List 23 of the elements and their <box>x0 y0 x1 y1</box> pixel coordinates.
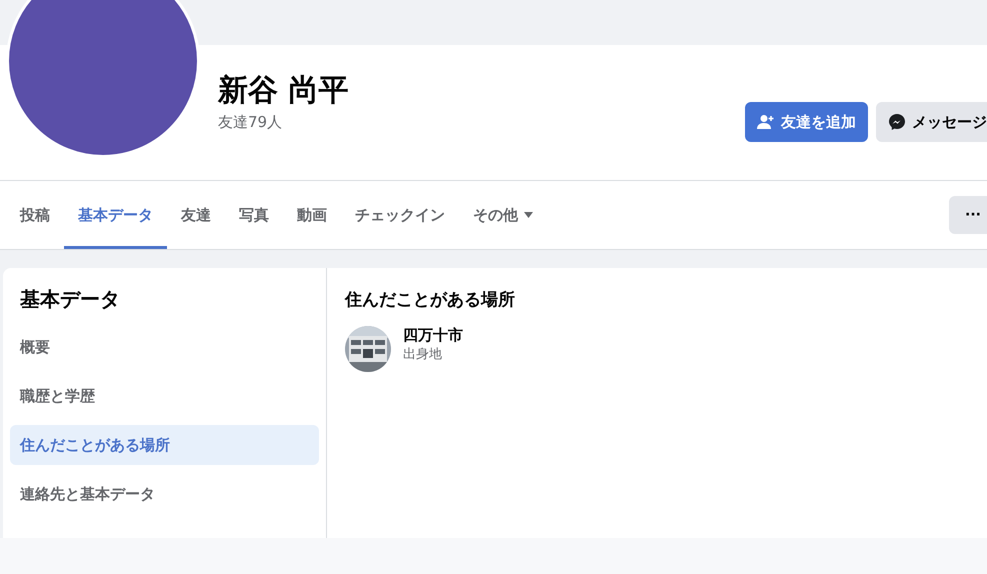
caret-icon <box>524 212 533 218</box>
add-friend-button[interactable]: 友達を追加 <box>745 102 868 142</box>
sidebar-item[interactable]: 住んだことがある場所 <box>10 425 319 465</box>
profile-tab[interactable]: 投稿 <box>6 181 64 249</box>
sidebar-item[interactable]: 概要 <box>10 327 319 367</box>
profile-tab[interactable]: チェックイン <box>341 181 459 249</box>
profile-tab[interactable]: 動画 <box>283 181 341 249</box>
messenger-icon <box>888 113 906 131</box>
section-title: 住んだことがある場所 <box>345 289 516 311</box>
place-name[interactable]: 四万十市 <box>403 326 463 345</box>
friends-count: 友達79人 <box>218 113 284 132</box>
place-caption: 出身地 <box>403 346 443 363</box>
profile-tab[interactable]: その他 <box>459 181 547 249</box>
profile-name: 新谷 尚平 <box>218 73 348 109</box>
sidebar-item[interactable]: 連絡先と基本データ <box>10 474 319 514</box>
profile-tab[interactable]: 基本データ <box>64 181 167 249</box>
sidebar-title: 基本データ <box>19 286 121 313</box>
more-options-button[interactable]: ··· <box>949 196 987 234</box>
message-button[interactable]: メッセージ <box>876 102 987 142</box>
profile-tab[interactable]: 写真 <box>225 181 283 249</box>
sidebar-item[interactable]: 職歴と学歴 <box>10 376 319 416</box>
add-person-icon <box>757 114 775 130</box>
profile-tab[interactable]: 友達 <box>167 181 225 249</box>
